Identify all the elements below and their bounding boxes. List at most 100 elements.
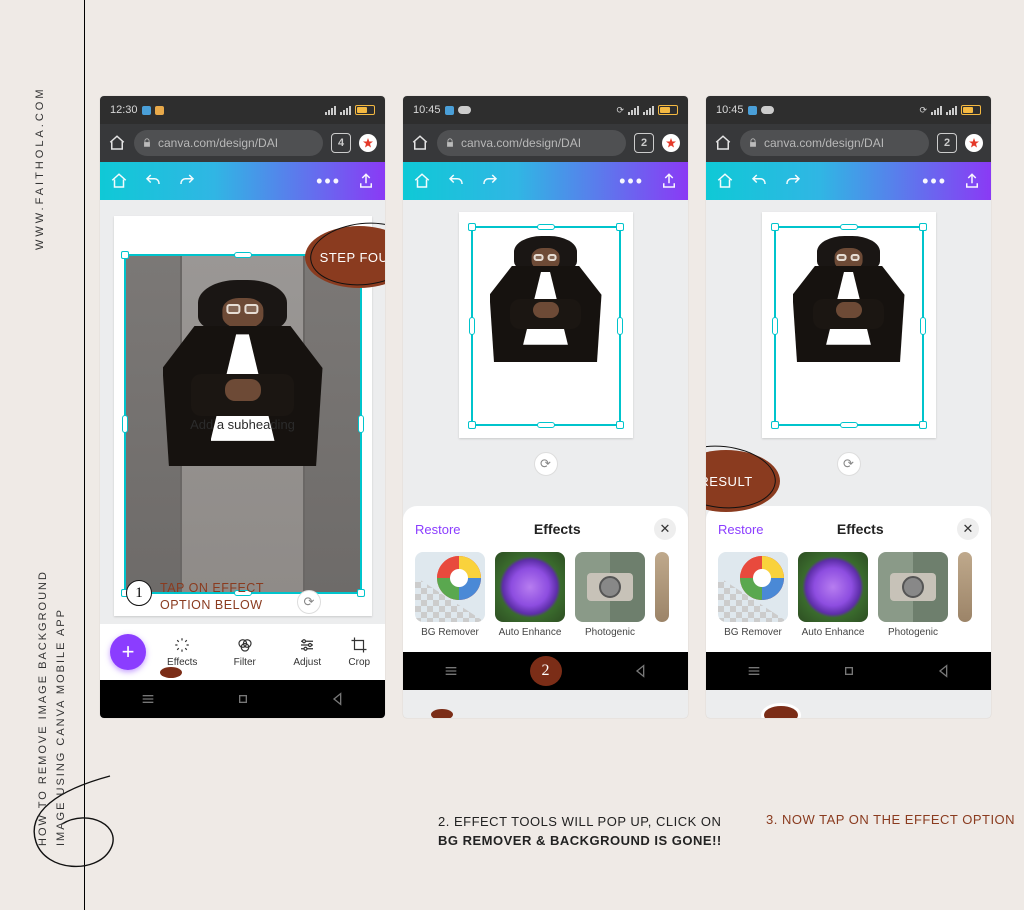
resize-handle[interactable] <box>616 223 624 231</box>
canva-home-icon[interactable] <box>413 172 431 190</box>
resize-handle[interactable] <box>919 421 927 429</box>
caption-2: 2. EFFECT TOOLS WILL POP UP, CLICK ON BG… <box>438 812 728 850</box>
effect-partial[interactable] <box>655 552 669 638</box>
resize-handle[interactable] <box>122 415 128 433</box>
effect-photogenic[interactable]: Photogenic <box>878 552 948 638</box>
resize-handle[interactable] <box>772 317 778 335</box>
notif-icon <box>445 106 454 115</box>
recent-icon[interactable] <box>140 691 156 707</box>
tab-count[interactable]: 2 <box>634 133 654 153</box>
resize-handle[interactable] <box>919 223 927 231</box>
more-icon[interactable]: ••• <box>316 171 341 192</box>
redo-icon[interactable] <box>481 172 499 190</box>
redo-icon[interactable] <box>784 172 802 190</box>
person-no-bg <box>490 236 602 362</box>
selection-box[interactable] <box>774 226 924 426</box>
effect-auto-enhance[interactable]: Auto Enhance <box>495 552 565 638</box>
artboard[interactable] <box>762 212 936 438</box>
restore-button[interactable]: Restore <box>415 522 461 537</box>
resize-handle[interactable] <box>468 223 476 231</box>
effect-auto-enhance[interactable]: Auto Enhance <box>798 552 868 638</box>
effects-panel: Restore Effects ✕ BG Remover Auto Enhanc… <box>403 506 688 652</box>
canva-home-icon[interactable] <box>110 172 128 190</box>
more-icon[interactable]: ••• <box>619 171 644 192</box>
resize-handle[interactable] <box>468 421 476 429</box>
back-icon[interactable] <box>330 691 346 707</box>
canvas-area[interactable]: ⟳ <box>403 200 688 500</box>
more-icon[interactable]: ••• <box>922 171 947 192</box>
resize-handle[interactable] <box>537 224 555 230</box>
url-field[interactable]: canva.com/design/DAI <box>740 130 929 156</box>
tool-adjust[interactable]: Adjust <box>281 636 334 668</box>
phone-result: RESULT 10:45 ⟳ canva.com/design/DAI 2 ••… <box>706 96 991 718</box>
resize-handle[interactable] <box>920 317 926 335</box>
selection-box[interactable] <box>471 226 621 426</box>
url-field[interactable]: canva.com/design/DAI <box>134 130 323 156</box>
resize-handle[interactable] <box>537 422 555 428</box>
artboard[interactable] <box>459 212 633 438</box>
restore-button[interactable]: Restore <box>718 522 764 537</box>
close-icon[interactable]: ✕ <box>957 518 979 540</box>
share-icon[interactable] <box>660 172 678 190</box>
rotate-handle[interactable]: ⟳ <box>534 452 558 476</box>
effects-title: Effects <box>837 521 884 537</box>
close-icon[interactable]: ✕ <box>654 518 676 540</box>
resize-handle[interactable] <box>840 422 858 428</box>
home-icon[interactable] <box>714 134 732 152</box>
home-icon[interactable] <box>411 134 429 152</box>
resize-handle[interactable] <box>771 223 779 231</box>
effect-bg-remover[interactable]: BG Remover <box>718 552 788 638</box>
undo-icon[interactable] <box>144 172 162 190</box>
person-figure <box>163 280 323 466</box>
resize-handle[interactable] <box>357 589 365 597</box>
highlight-mark <box>160 667 182 678</box>
tab-count[interactable]: 4 <box>331 133 351 153</box>
back-icon[interactable] <box>936 663 952 679</box>
resize-handle[interactable] <box>121 251 129 259</box>
rotate-handle[interactable]: ⟳ <box>297 590 321 614</box>
resize-handle[interactable] <box>771 421 779 429</box>
clock: 12:30 <box>110 104 138 116</box>
effect-partial[interactable] <box>958 552 972 638</box>
effects-title: Effects <box>534 521 581 537</box>
effect-bg-remover[interactable]: BG Remover <box>415 552 485 638</box>
tool-filter[interactable]: Filter <box>219 636 272 668</box>
extension-icon[interactable] <box>359 134 377 152</box>
recent-icon[interactable] <box>746 663 762 679</box>
notif-icon <box>155 106 164 115</box>
resize-handle[interactable] <box>617 317 623 335</box>
home-nav-icon[interactable] <box>235 691 251 707</box>
undo-icon[interactable] <box>750 172 768 190</box>
share-icon[interactable] <box>963 172 981 190</box>
resize-handle[interactable] <box>616 421 624 429</box>
undo-icon[interactable] <box>447 172 465 190</box>
tool-crop[interactable]: Crop <box>344 636 376 668</box>
extension-icon[interactable] <box>965 134 983 152</box>
resize-handle[interactable] <box>234 252 252 258</box>
home-icon[interactable] <box>108 134 126 152</box>
resize-handle[interactable] <box>840 224 858 230</box>
phone-step-four: STEP FOUR 12:30 canva.com/design/DAI 4 •… <box>100 96 385 718</box>
tab-count[interactable]: 2 <box>937 133 957 153</box>
resize-handle[interactable] <box>358 415 364 433</box>
notif-icon <box>142 106 151 115</box>
effects-row[interactable]: BG Remover Auto Enhance Photogenic <box>718 552 979 638</box>
url-field[interactable]: canva.com/design/DAI <box>437 130 626 156</box>
add-button[interactable]: + <box>110 634 146 670</box>
recent-icon[interactable] <box>443 663 459 679</box>
rotate-handle[interactable]: ⟳ <box>837 452 861 476</box>
effect-photogenic[interactable]: Photogenic <box>575 552 645 638</box>
resize-handle[interactable] <box>469 317 475 335</box>
tool-effects[interactable]: Effects <box>156 636 209 668</box>
selection-box[interactable]: Add a subheading <box>124 254 362 594</box>
lock-icon <box>445 138 455 148</box>
back-icon[interactable] <box>633 663 649 679</box>
effects-row[interactable]: BG Remover Auto Enhance Photogenic <box>415 552 676 638</box>
extension-icon[interactable] <box>662 134 680 152</box>
canva-home-icon[interactable] <box>716 172 734 190</box>
home-nav-icon[interactable] <box>841 663 857 679</box>
share-icon[interactable] <box>357 172 375 190</box>
signal-icon <box>325 106 336 115</box>
subheading-text[interactable]: Add a subheading <box>190 417 295 432</box>
redo-icon[interactable] <box>178 172 196 190</box>
